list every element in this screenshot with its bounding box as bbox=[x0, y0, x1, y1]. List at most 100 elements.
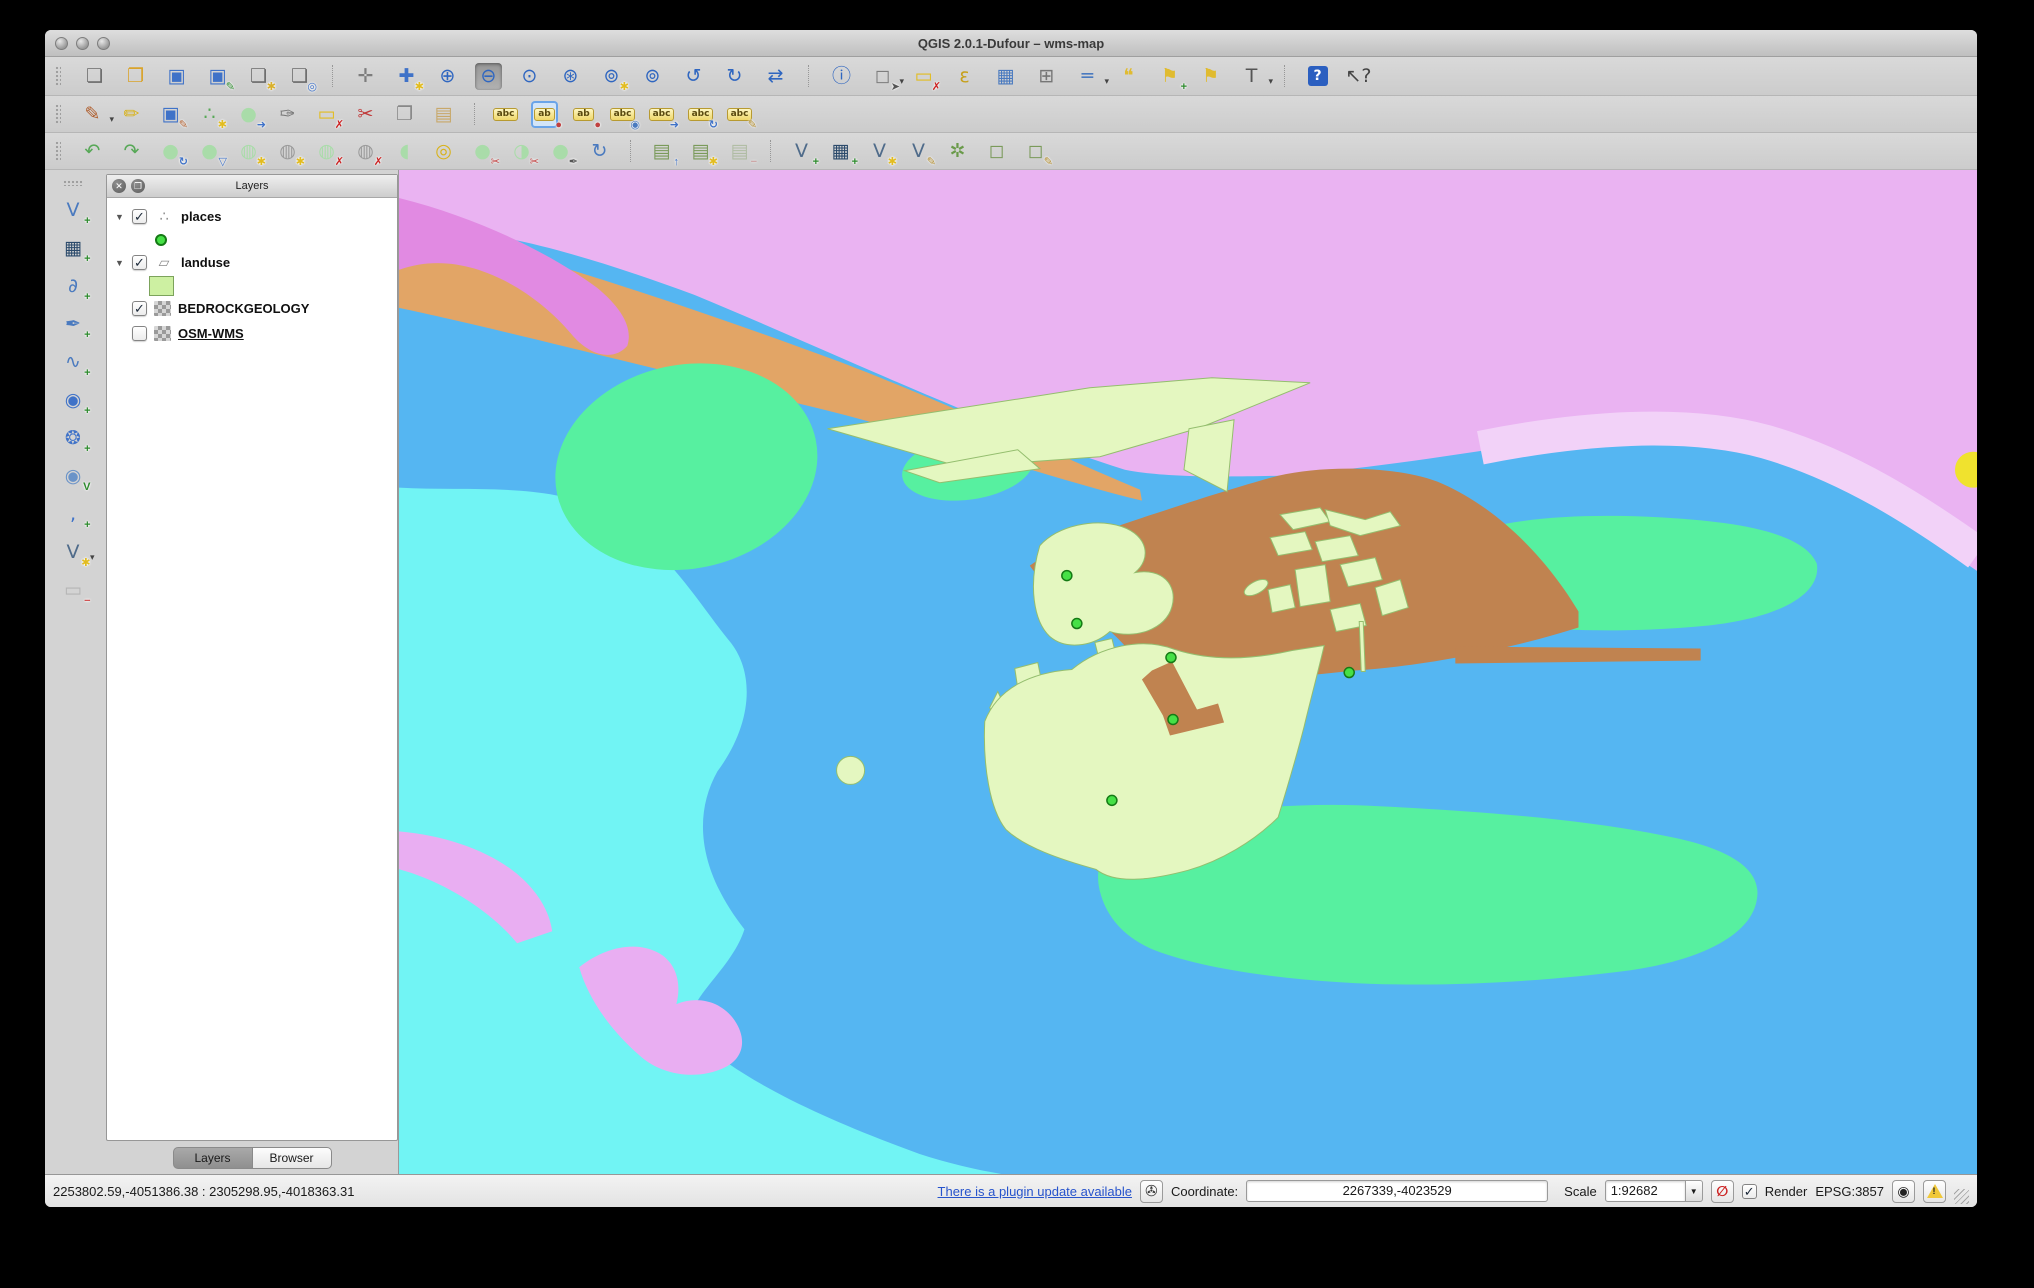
move-label[interactable]: ab● bbox=[531, 101, 558, 128]
add-feature[interactable]: ∴✱ bbox=[196, 101, 223, 128]
add-delimited-text-layer[interactable]: ,+ bbox=[60, 501, 87, 528]
coordinate-input[interactable]: 2267339,-4023529 bbox=[1246, 1180, 1548, 1202]
scale-input[interactable]: 1:92682 bbox=[1605, 1180, 1686, 1202]
layer-labeling[interactable]: abc bbox=[492, 101, 519, 128]
cut-features[interactable]: ✂ bbox=[352, 101, 379, 128]
delete-selected[interactable]: ▭✗ bbox=[313, 101, 340, 128]
add-vector-layer[interactable]: V+ bbox=[60, 197, 87, 224]
redo[interactable]: ↷ bbox=[118, 138, 145, 165]
plugin-update-link[interactable]: There is a plugin update available bbox=[938, 1184, 1132, 1199]
layer-item-places[interactable]: ▼✓∴places bbox=[107, 204, 397, 229]
zoom-to-selection[interactable]: ⊚✱ bbox=[598, 63, 625, 90]
zoom-out[interactable]: ⊖ bbox=[475, 63, 502, 90]
help-contents[interactable]: ? bbox=[1304, 63, 1331, 90]
zoom-next[interactable]: ↻ bbox=[721, 63, 748, 90]
node-tool[interactable]: ✑ bbox=[274, 101, 301, 128]
add-wfs-layer[interactable]: ◉V bbox=[60, 463, 87, 490]
add-mssql-layer[interactable]: ∿+ bbox=[60, 349, 87, 376]
select-features[interactable]: ◻➤▾ bbox=[869, 63, 896, 90]
paste-features[interactable]: ▤ bbox=[430, 101, 457, 128]
refresh-map[interactable]: ⇄ bbox=[762, 63, 789, 90]
zoom-full[interactable]: ⊛ bbox=[557, 63, 584, 90]
identify-features[interactable]: ⓘ bbox=[828, 63, 855, 90]
undo[interactable]: ↶ bbox=[79, 138, 106, 165]
layer-visibility-checkbox[interactable] bbox=[132, 326, 147, 341]
panel-close-icon[interactable]: ✕ bbox=[112, 179, 126, 193]
new-bookmark[interactable]: ⚑+ bbox=[1156, 63, 1183, 90]
layer-visibility-checkbox[interactable]: ✓ bbox=[132, 255, 147, 270]
copy-features[interactable]: ❐ bbox=[391, 101, 418, 128]
expander-icon[interactable]: ▼ bbox=[114, 258, 125, 268]
pin-unpin-labels[interactable]: abc➜ bbox=[648, 101, 675, 128]
add-spatialite-layer[interactable]: ✒+ bbox=[60, 311, 87, 338]
add-wms-layer[interactable]: ◉+ bbox=[60, 387, 87, 414]
stop-render-button[interactable]: ∅ bbox=[1711, 1180, 1734, 1203]
zoom-last[interactable]: ↺ bbox=[680, 63, 707, 90]
delete-ring[interactable]: ◍✗ bbox=[313, 138, 340, 165]
text-annotation[interactable]: T▾ bbox=[1238, 63, 1265, 90]
layer-visibility-checkbox[interactable]: ✓ bbox=[132, 209, 147, 224]
tab-browser[interactable]: Browser bbox=[253, 1147, 332, 1169]
new-print-composer[interactable]: ❏✱ bbox=[245, 63, 272, 90]
offset-curve[interactable]: ◎ bbox=[430, 138, 457, 165]
add-all-to-overview[interactable]: ▤✱ bbox=[687, 138, 714, 165]
delete-part[interactable]: ◍✗ bbox=[352, 138, 379, 165]
move-feature[interactable]: ●➜ bbox=[235, 101, 262, 128]
scale-dropdown-icon[interactable]: ▼ bbox=[1686, 1180, 1703, 1202]
new-raster-layer[interactable]: ▦+ bbox=[827, 138, 854, 165]
rotate-label[interactable]: ab● bbox=[570, 101, 597, 128]
close-window-button[interactable] bbox=[55, 37, 68, 50]
add-raster-layer[interactable]: ▦+ bbox=[60, 235, 87, 262]
window-resize-grip[interactable] bbox=[1954, 1189, 1969, 1204]
save-project[interactable]: ▣ bbox=[163, 63, 190, 90]
whats-this[interactable]: ↖? bbox=[1345, 63, 1372, 90]
edit-vector-layer[interactable]: V✎ bbox=[905, 138, 932, 165]
change-label-properties[interactable]: abc✎ bbox=[726, 101, 753, 128]
new-shapefile-layer[interactable]: V✱ bbox=[866, 138, 893, 165]
layer-visibility-checkbox[interactable]: ✓ bbox=[132, 301, 147, 316]
grass-region[interactable]: ◻ bbox=[983, 138, 1010, 165]
split-features[interactable]: ●✂ bbox=[469, 138, 496, 165]
simplify-feature[interactable]: ●▽ bbox=[196, 138, 223, 165]
expander-icon[interactable]: ▼ bbox=[114, 212, 125, 222]
pan-map[interactable]: ✛ bbox=[352, 63, 379, 90]
current-edits[interactable]: ✎▾ bbox=[79, 101, 106, 128]
open-project[interactable]: ❐ bbox=[122, 63, 149, 90]
toggle-editing[interactable]: ✏ bbox=[118, 101, 145, 128]
layer-item-bedrockgeology[interactable]: ✓BEDROCKGEOLOGY bbox=[107, 296, 397, 321]
merge-features[interactable]: ●✒ bbox=[547, 138, 574, 165]
save-project-as[interactable]: ▣✎ bbox=[204, 63, 231, 90]
measure-line[interactable]: ═▾ bbox=[1074, 63, 1101, 90]
messages-warning-icon[interactable] bbox=[1923, 1180, 1946, 1203]
label-rotation[interactable]: abc↻ bbox=[687, 101, 714, 128]
add-ring[interactable]: ◍✱ bbox=[235, 138, 262, 165]
deselect-features[interactable]: ▭✗ bbox=[910, 63, 937, 90]
layer-item-osm-wms[interactable]: OSM-WMS bbox=[107, 321, 397, 346]
new-vector-layer[interactable]: V+ bbox=[788, 138, 815, 165]
render-checkbox[interactable]: ✓ bbox=[1742, 1184, 1757, 1199]
minimize-window-button[interactable] bbox=[76, 37, 89, 50]
grass-tools[interactable]: ✲ bbox=[944, 138, 971, 165]
show-all-layers[interactable]: ▤↑ bbox=[648, 138, 675, 165]
add-postgis-layer[interactable]: ∂+ bbox=[60, 273, 87, 300]
remove-layer[interactable]: ▭− bbox=[60, 577, 87, 604]
grass-region-edit[interactable]: ◻✎ bbox=[1022, 138, 1049, 165]
rotate-point-symbols[interactable]: ↻ bbox=[586, 138, 613, 165]
reshape-features[interactable]: ◖ bbox=[391, 138, 418, 165]
tab-layers[interactable]: Layers bbox=[173, 1147, 253, 1169]
zoom-in[interactable]: ⊕ bbox=[434, 63, 461, 90]
scale-combobox[interactable]: 1:92682 ▼ bbox=[1605, 1180, 1703, 1202]
map-tips[interactable]: ❝ bbox=[1115, 63, 1142, 90]
add-part[interactable]: ◍✱ bbox=[274, 138, 301, 165]
field-calculator[interactable]: ⊞ bbox=[1033, 63, 1060, 90]
map-canvas[interactable] bbox=[398, 170, 1977, 1174]
zoom-window-button[interactable] bbox=[97, 37, 110, 50]
panel-detach-icon[interactable]: ❐ bbox=[131, 179, 145, 193]
split-parts[interactable]: ◑✂ bbox=[508, 138, 535, 165]
zoom-to-layer[interactable]: ⊚ bbox=[639, 63, 666, 90]
pan-to-selection[interactable]: ✚✱ bbox=[393, 63, 420, 90]
composer-manager[interactable]: ❏◎ bbox=[286, 63, 313, 90]
add-wcs-layer[interactable]: ❂+ bbox=[60, 425, 87, 452]
select-by-expression[interactable]: ε bbox=[951, 63, 978, 90]
save-layer-edits[interactable]: ▣✎ bbox=[157, 101, 184, 128]
